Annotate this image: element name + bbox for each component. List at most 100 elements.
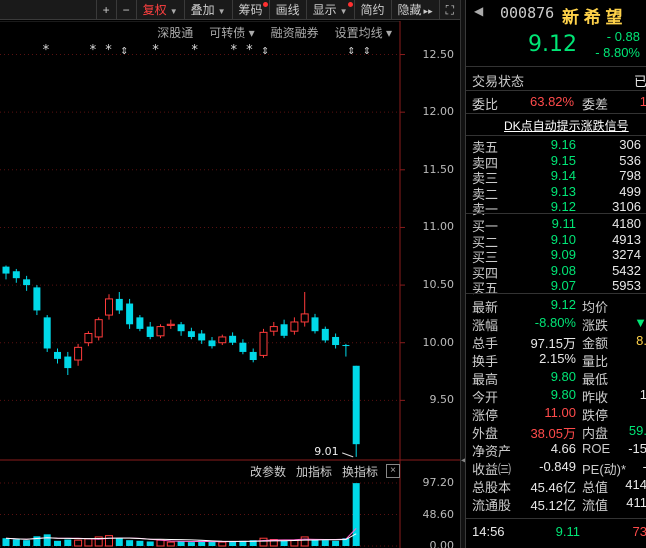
volume-bar [12,539,20,546]
candle-body [54,351,61,359]
candle-body [311,317,319,332]
stat-value: -15 [628,441,646,456]
buy-price: 9.08 [550,262,576,278]
sell-volume: 536 [619,152,641,168]
volume-bar [43,534,51,546]
stat-row: 收益㈢ -0.849 PE(动)* - [472,459,646,477]
edit-params-button[interactable]: 改参数 [250,463,286,480]
candle-body [280,324,288,336]
display-label: 显示 [312,2,337,17]
switch-indicator-button[interactable]: 换指标 [342,463,378,480]
candle-body [126,303,134,325]
hide-button[interactable]: 隐藏 ▸▸ [390,0,439,20]
event-markers[interactable]: * * * ⇕ * * * * ⇕ ⇕ ⇕ [42,43,402,58]
stat-value: 9.80 [550,369,576,384]
order-ratio-value: 63.82% [530,94,575,109]
dk-signal-link[interactable]: DK点自动提示涨跌信号 [504,117,629,134]
chart-area[interactable]: 9.01 深股通 可转债 ▾ 融资融券 设置均线 ▾ * * * ⇕ * * *… [0,21,460,548]
volume-bar [74,539,83,547]
low-price-label: 9.01 [314,445,339,458]
y-axis-tick: 11.50 [422,162,455,176]
volume-bar [187,542,195,546]
y-axis-tick: 12.50 [422,47,455,61]
chart-toolbar: + − 复权 ▼ 叠加 ▼ 筹码 画线 显示 ▼ 简约 隐藏 ▸▸ ⛶ [0,0,460,20]
volume-bar [2,538,10,546]
volume-bar [146,541,154,546]
draw-line-button[interactable]: 画线 [268,0,306,20]
candle-body [115,298,123,311]
stat-value: 1 [639,387,646,402]
y-axis-tick: 9.50 [429,393,455,407]
stat-row: 总股本 45.46亿 总值 414 [472,477,646,495]
stat-label: PE(动)* [582,462,627,477]
stat-label: 最低 [582,372,609,387]
candle-body [198,333,206,341]
stat-value: 414 [625,477,646,492]
stat-value: 8. [636,333,646,348]
buy-volume: 4913 [612,231,641,247]
stat-row: 外盘 38.05万 内盘 59. [472,423,646,441]
ma-settings-dropdown[interactable]: 设置均线 ▾ [335,24,392,41]
stat-label: 总股本 [472,480,512,495]
tick-row: 14:56 9.11 73 [472,524,646,542]
volume-bar [54,540,61,546]
stat-label: 最新 [472,300,499,315]
hk-connect-link[interactable]: 深股通 [157,24,193,41]
order-ratio-row: 委比 63.82% 委差 1 [472,94,646,112]
indicator-header: 改参数 加指标 换指标 × [0,461,400,481]
indicator-axis-tick: 0.00 [429,539,455,548]
volume-bar [84,538,93,547]
convertible-bond-dropdown[interactable]: 可转债 ▾ [209,24,254,41]
fullscreen-button[interactable]: ⛶ [438,0,460,20]
zoom-in-button[interactable]: + [95,0,116,20]
buy-volume: 5432 [612,262,641,278]
candle-body [249,351,257,361]
buy-volume: 4180 [612,216,641,231]
volume-bar [177,541,185,546]
y-axis-tick: 12.00 [422,105,455,119]
indicator-axis-tick: 48.60 [422,507,455,521]
display-dropdown[interactable]: 显示 ▼ [305,0,354,20]
adjust-price-dropdown[interactable]: 复权 ▼ [135,0,184,20]
stat-label: 涨停 [472,408,499,423]
chevron-down-icon: ▼ [217,6,226,16]
candle-body [208,340,216,347]
stat-value: 38.05万 [530,426,576,441]
chips-button[interactable]: 筹码 [231,0,269,20]
margin-trading-link[interactable]: 融资融券 [271,24,319,41]
double-arrow-right-icon: ▸▸ [423,5,433,16]
zoom-out-button[interactable]: − [115,0,136,20]
overlay-label: 叠加 [190,2,215,17]
volume-bar [115,538,123,546]
volume-bar [280,540,288,546]
stat-row: 总手 97.15万 金额 8. [472,333,646,351]
stat-label: 昨收 [582,390,609,405]
stat-row: 流通股 45.12亿 流值 411 [472,495,646,513]
tick-volume: 73 [632,524,646,539]
stat-value: 2.15% [539,351,576,366]
chevron-down-icon: ▼ [339,6,348,16]
stat-label: 内盘 [582,426,609,441]
last-price: 9.12 [528,32,577,57]
candle-body [2,266,10,274]
overlay-dropdown[interactable]: 叠加 ▼ [183,0,232,20]
volume-bar [166,541,175,547]
add-indicator-button[interactable]: 加指标 [296,463,332,480]
stat-label: 量比 [582,354,609,369]
fullscreen-icon: ⛶ [445,2,454,17]
low-pointer [342,452,354,458]
volume-bar [105,535,113,547]
volume-bar [332,540,340,546]
sell-row[interactable]: 卖一 9.12 3106 [472,199,646,217]
stat-value: 411 [626,495,646,510]
chevron-left-icon[interactable]: ◀ [474,4,483,18]
chevron-down-icon: ▼ [169,6,178,16]
simple-mode-button[interactable]: 简约 [353,0,391,20]
close-icon[interactable]: × [386,464,400,478]
stat-value: 59. [628,423,646,438]
order-diff-label: 委差 [582,97,609,112]
notification-dot-icon [347,1,353,7]
stat-value: 11.00 [544,405,576,420]
stat-label: 涨跌 [582,318,609,333]
volume-bar [218,541,227,547]
